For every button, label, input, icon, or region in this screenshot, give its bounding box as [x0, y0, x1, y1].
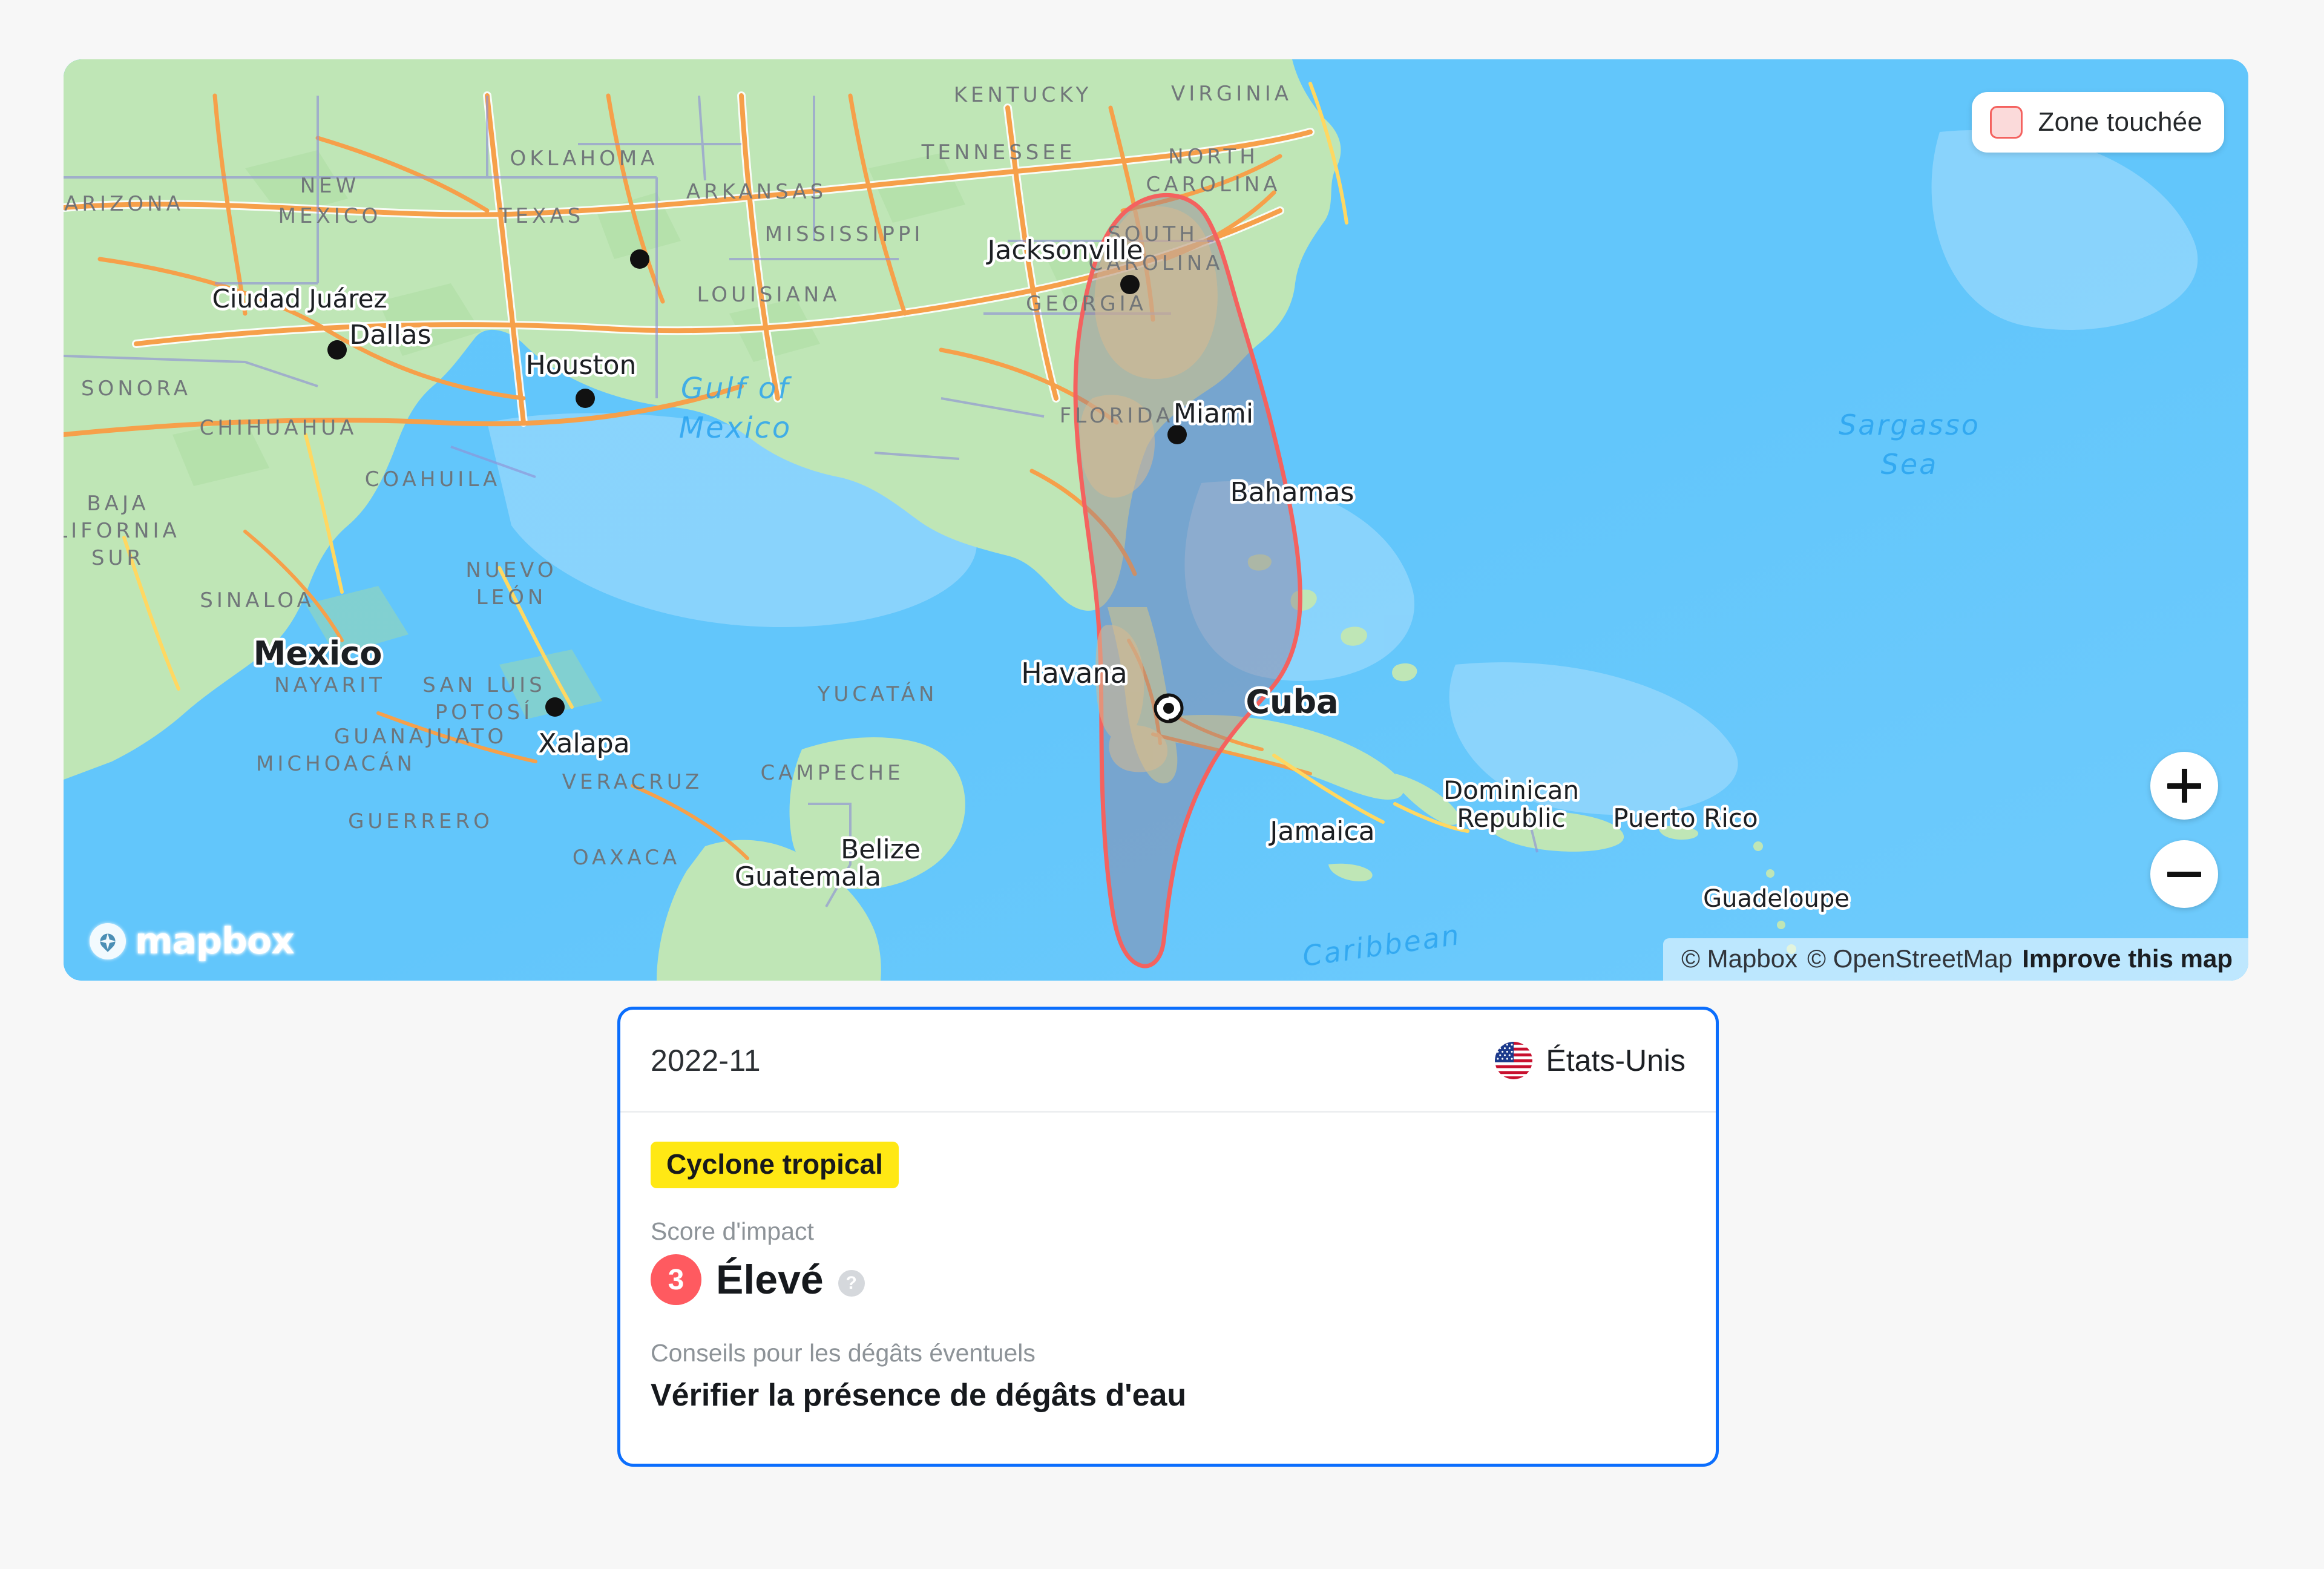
svg-text:BAJA: BAJA [87, 492, 149, 516]
plus-icon-vertical [2181, 769, 2187, 803]
svg-text:Guatemala: Guatemala [735, 861, 881, 892]
svg-text:SAN LUIS: SAN LUIS [422, 673, 545, 697]
improve-this-map-link[interactable]: Improve this map [2022, 944, 2233, 973]
svg-text:GUANAJUATO: GUANAJUATO [334, 725, 507, 749]
country-name: États-Unis [1546, 1043, 1686, 1077]
svg-text:MISSISSIPPI: MISSISSIPPI [765, 222, 924, 246]
minus-icon [2167, 871, 2201, 877]
svg-text:Cuba: Cuba [1246, 683, 1338, 721]
svg-text:Miami: Miami [1173, 398, 1253, 429]
svg-text:NORTH: NORTH [1168, 145, 1259, 169]
svg-text:Puerto Rico: Puerto Rico [1613, 803, 1758, 833]
zoom-controls[interactable] [2150, 752, 2218, 908]
svg-text:Guadeloupe: Guadeloupe [1703, 885, 1850, 913]
map-attribution[interactable]: © Mapbox © OpenStreetMap Improve this ma… [1663, 938, 2248, 981]
svg-text:OAXACA: OAXACA [573, 846, 680, 870]
svg-text:Sargasso: Sargasso [1839, 409, 1980, 441]
svg-text:Jamaica: Jamaica [1268, 816, 1374, 847]
svg-text:TENNESSEE: TENNESSEE [921, 140, 1076, 165]
cyclone-marker-glyph [1154, 693, 1184, 723]
impact-score-text: Élevé [716, 1257, 824, 1303]
svg-text:NAYARIT: NAYARIT [274, 673, 386, 697]
svg-text:CHIHUAHUA: CHIHUAHUA [200, 416, 358, 440]
svg-text:TEXAS: TEXAS [499, 204, 584, 228]
advice-text: Vérifier la présence de dégâts d'eau [651, 1378, 1187, 1413]
svg-text:YUCATÁN: YUCATÁN [817, 682, 938, 706]
card-body: Cyclone tropical Score d'impact 3 Élevé … [620, 1113, 1716, 1413]
svg-text:Houston: Houston [526, 350, 637, 381]
svg-text:SONORA: SONORA [81, 377, 191, 401]
svg-text:Havana: Havana [1021, 657, 1128, 689]
legend-swatch-icon [1989, 106, 2023, 139]
svg-text:KENTUCKY: KENTUCKY [954, 83, 1092, 107]
svg-text:Jacksonville: Jacksonville [985, 235, 1143, 266]
svg-text:OKLAHOMA: OKLAHOMA [510, 146, 658, 171]
svg-text:POTOSÍ: POTOSÍ [435, 700, 533, 725]
svg-text:CAMPECHE: CAMPECHE [760, 761, 904, 785]
map-canvas[interactable]: ARIZONA NEW MEXICO OKLAHOMA ARKANSAS TEN… [64, 59, 2248, 981]
svg-text:Mexico: Mexico [254, 634, 382, 673]
svg-text:Ciudad Juárez: Ciudad Juárez [212, 284, 387, 314]
svg-text:NUEVO: NUEVO [465, 558, 557, 582]
svg-text:GUERRERO: GUERRERO [348, 809, 493, 834]
svg-text:VIRGINIA: VIRGINIA [1171, 82, 1292, 106]
country-badge: États-Unis [1495, 1041, 1686, 1079]
event-type-badge: Cyclone tropical [651, 1142, 899, 1188]
map-legend: Zone touchée [1971, 92, 2224, 153]
event-card: 2022-11 États-Unis Cyclone tropical Scor… [617, 1007, 1719, 1467]
svg-text:MICHOACÁN: MICHOACÁN [256, 751, 416, 776]
svg-text:LOUISIANA: LOUISIANA [697, 283, 841, 307]
impact-score-row: 3 Élevé ? [651, 1254, 1686, 1305]
page-root: ARIZONA NEW MEXICO OKLAHOMA ARKANSAS TEN… [0, 0, 2324, 1569]
mapbox-mark-icon [89, 923, 126, 960]
svg-text:LEÓN: LEÓN [476, 585, 547, 610]
svg-text:CAROLINA: CAROLINA [1146, 173, 1281, 197]
attribution-mapbox[interactable]: © Mapbox [1681, 944, 1797, 973]
help-icon[interactable]: ? [838, 1270, 865, 1297]
svg-text:GEORGIA: GEORGIA [1026, 292, 1147, 316]
svg-text:SINALOA: SINALOA [200, 588, 314, 613]
mapbox-logo[interactable]: mapbox [89, 920, 295, 962]
legend-label: Zone touchée [2038, 107, 2202, 137]
svg-text:COAHUILA: COAHUILA [365, 467, 501, 492]
svg-text:Mexico: Mexico [679, 411, 792, 445]
advice-label: Conseils pour les dégâts éventuels [651, 1339, 1036, 1367]
zoom-out-button[interactable] [2150, 840, 2218, 908]
svg-text:MEXICO: MEXICO [278, 204, 382, 228]
svg-text:Bahamas: Bahamas [1230, 477, 1354, 508]
map-container[interactable]: ARIZONA NEW MEXICO OKLAHOMA ARKANSAS TEN… [64, 59, 2248, 981]
us-flag-icon [1495, 1041, 1533, 1079]
svg-text:VERACRUZ: VERACRUZ [562, 770, 703, 794]
svg-text:Xalapa: Xalapa [538, 728, 629, 759]
impact-score-label: Score d'impact [651, 1217, 814, 1245]
impact-score-value: 3 [651, 1254, 701, 1305]
svg-text:LIFORNIA: LIFORNIA [64, 519, 180, 543]
svg-text:ARIZONA: ARIZONA [64, 192, 184, 216]
event-date: 2022-11 [651, 1043, 761, 1077]
svg-text:FLORIDA: FLORIDA [1060, 404, 1174, 428]
svg-text:ARKANSAS: ARKANSAS [686, 180, 827, 204]
svg-text:Dallas: Dallas [349, 320, 431, 350]
svg-text:Gulf of: Gulf of [681, 372, 792, 406]
attribution-osm[interactable]: © OpenStreetMap [1807, 944, 2012, 973]
zoom-in-button[interactable] [2150, 752, 2218, 820]
card-header: 2022-11 États-Unis [620, 1010, 1716, 1113]
svg-text:SUR: SUR [91, 546, 145, 570]
svg-text:Belize: Belize [841, 834, 921, 865]
svg-text:Republic: Republic [1457, 803, 1566, 833]
mapbox-wordmark: mapbox [135, 920, 295, 962]
svg-text:Dominican: Dominican [1443, 775, 1579, 805]
svg-text:NEW: NEW [300, 174, 360, 198]
svg-text:Sea: Sea [1881, 448, 1938, 481]
